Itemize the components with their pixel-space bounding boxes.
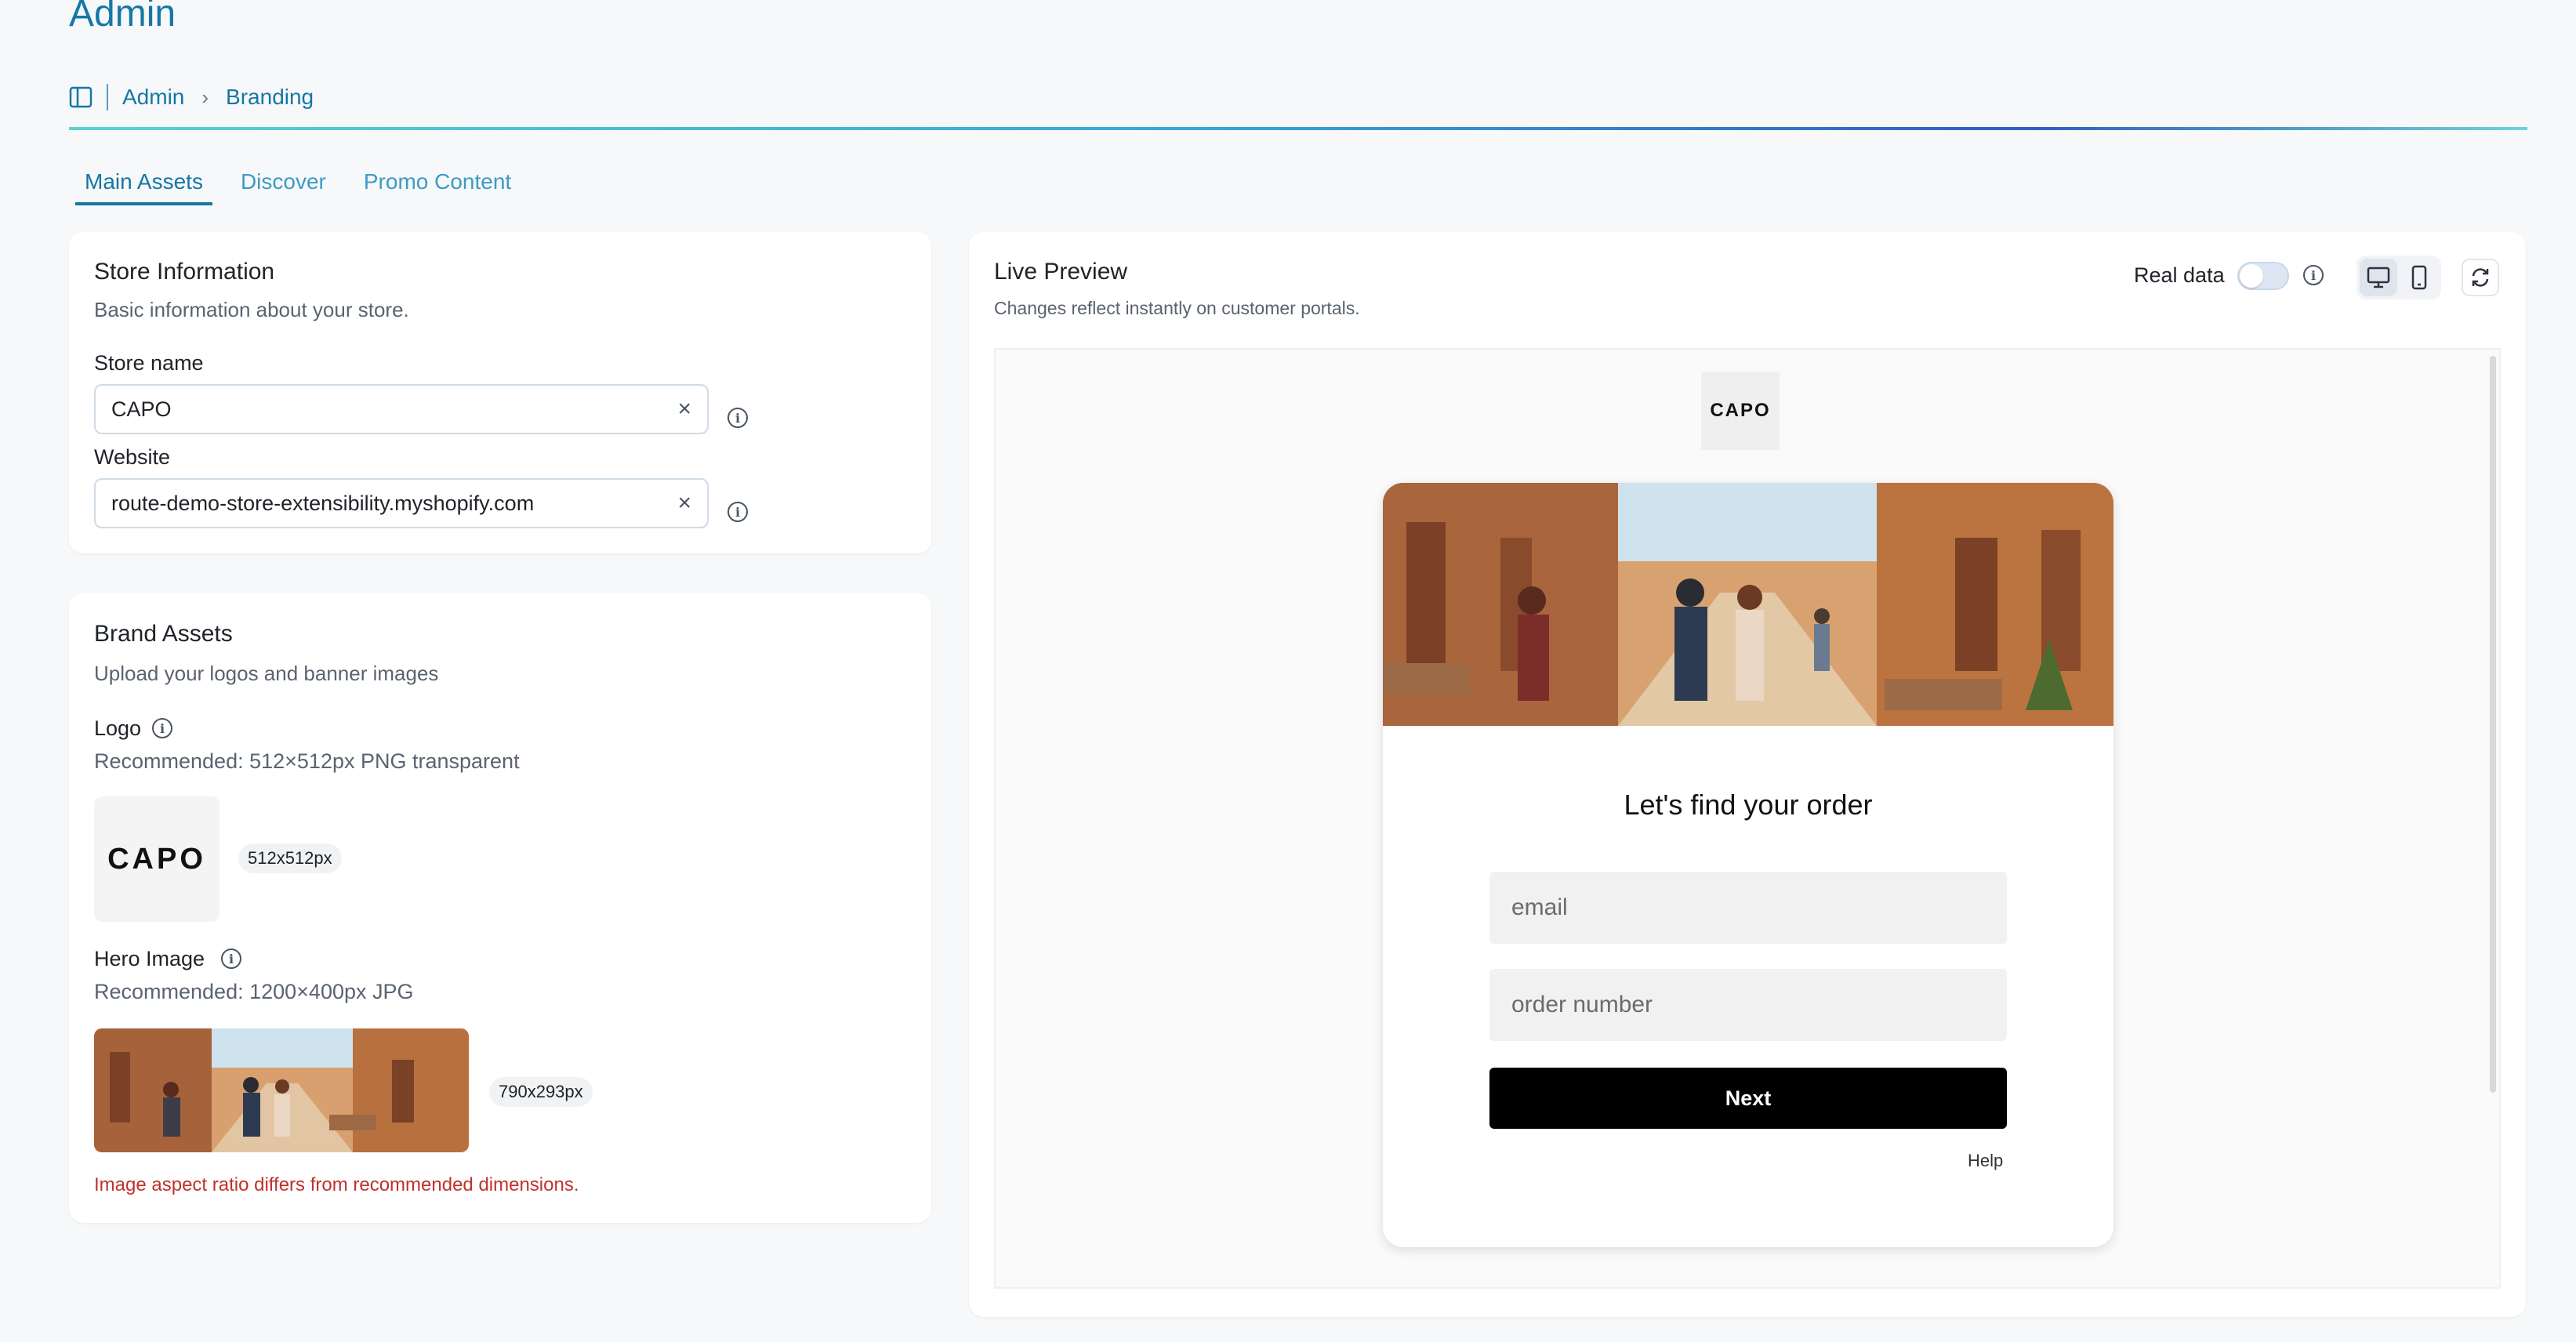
refresh-icon[interactable] xyxy=(2462,259,2499,296)
real-data-label: Real data xyxy=(2134,263,2225,287)
hero-size-badge: 790x293px xyxy=(489,1077,593,1107)
clear-icon[interactable]: × xyxy=(677,490,691,517)
hero-image-thumbnail[interactable] xyxy=(94,1028,469,1152)
portal-logo: CAPO xyxy=(1701,372,1780,450)
portal-order-lookup-card: Let's find your order email order number… xyxy=(1383,483,2113,1247)
clear-icon[interactable]: × xyxy=(677,396,691,423)
website-value[interactable]: route-demo-store-extensibility.myshopify… xyxy=(111,491,677,516)
tab-main-assets[interactable]: Main Assets xyxy=(75,166,212,205)
breadcrumb-branding: Branding xyxy=(226,85,314,109)
brand-assets-card: Brand Assets Upload your logos and banne… xyxy=(69,593,931,1223)
tab-discover[interactable]: Discover xyxy=(231,166,336,205)
breadcrumb: Admin › Branding xyxy=(69,82,314,113)
live-preview-title: Live Preview xyxy=(994,259,1128,285)
chevron-right-icon: › xyxy=(201,85,209,109)
tab-bar: Main Assets Discover Promo Content xyxy=(75,166,521,205)
portal-order-number-input[interactable]: order number xyxy=(1489,969,2007,1041)
store-information-subtitle: Basic information about your store. xyxy=(94,298,409,321)
portal-email-input[interactable]: email xyxy=(1489,872,2007,944)
store-name-value[interactable]: CAPO xyxy=(111,397,677,422)
portal-logo-text: CAPO xyxy=(1710,400,1771,421)
info-icon[interactable]: i xyxy=(152,718,172,738)
info-icon[interactable]: i xyxy=(727,502,748,522)
logo-size-badge: 512x512px xyxy=(238,843,342,873)
portal-hero-image xyxy=(1383,483,2113,726)
preview-frame: CAPO Let's find your order email order n… xyxy=(994,348,2501,1289)
preview-scrollbar[interactable] xyxy=(2490,356,2496,1093)
website-label: Website xyxy=(94,445,171,469)
logo-text: CAPO xyxy=(107,842,206,876)
breadcrumb-admin-link[interactable]: Admin xyxy=(122,85,184,110)
brand-assets-subtitle: Upload your logos and banner images xyxy=(94,662,439,685)
website-field[interactable]: route-demo-store-extensibility.myshopify… xyxy=(94,478,709,528)
desktop-icon[interactable] xyxy=(2360,259,2397,296)
toggle-knob xyxy=(2240,264,2263,288)
order-number-placeholder: order number xyxy=(1511,992,1653,1017)
aspect-ratio-warning: Image aspect ratio differs from recommen… xyxy=(94,1174,579,1195)
live-preview-card: Live Preview Changes reflect instantly o… xyxy=(969,232,2526,1317)
store-information-title: Store Information xyxy=(94,259,275,285)
logo-label: Logo xyxy=(94,716,142,740)
sidebar-toggle-icon[interactable] xyxy=(69,86,93,108)
tab-promo-content[interactable]: Promo Content xyxy=(354,166,521,205)
logo-recommendation: Recommended: 512×512px PNG transparent xyxy=(94,749,520,773)
info-icon[interactable]: i xyxy=(2303,265,2324,285)
breadcrumb-divider xyxy=(107,84,108,111)
portal-help-link[interactable]: Help xyxy=(1968,1151,2003,1171)
brand-assets-title: Brand Assets xyxy=(94,621,233,647)
info-icon[interactable]: i xyxy=(727,408,748,428)
hero-image-label: Hero Image xyxy=(94,947,205,970)
mobile-icon[interactable] xyxy=(2400,259,2438,296)
device-switcher xyxy=(2356,256,2441,299)
portal-next-button[interactable]: Next xyxy=(1489,1068,2007,1129)
hero-recommendation: Recommended: 1200×400px JPG xyxy=(94,980,414,1003)
live-preview-subtitle: Changes reflect instantly on customer po… xyxy=(994,298,1360,318)
info-icon[interactable]: i xyxy=(221,948,241,969)
store-information-card: Store Information Basic information abou… xyxy=(69,232,931,553)
store-name-field[interactable]: CAPO × xyxy=(94,384,709,434)
page-title: Admin xyxy=(69,0,176,34)
store-name-label: Store name xyxy=(94,351,204,375)
portal-heading: Let's find your order xyxy=(1624,789,1873,821)
logo-preview[interactable]: CAPO xyxy=(94,796,220,922)
header-divider xyxy=(69,127,2527,130)
real-data-toggle[interactable] xyxy=(2237,262,2289,290)
email-placeholder: email xyxy=(1511,894,1568,920)
